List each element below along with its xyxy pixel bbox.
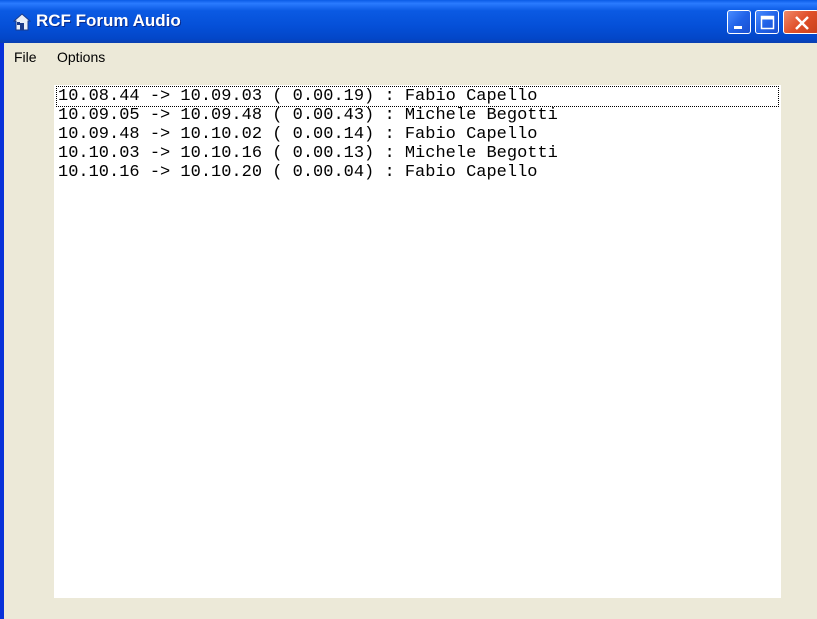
close-button[interactable]	[783, 10, 817, 34]
house-icon	[13, 13, 31, 31]
maximize-button[interactable]	[755, 10, 779, 34]
app-window: RCF Forum Audio File Options 10.08.44 ->…	[0, 0, 817, 619]
minimize-button[interactable]	[727, 10, 751, 34]
list-item[interactable]: 10.09.48 -> 10.10.02 ( 0.00.14) : Fabio …	[58, 125, 537, 144]
log-listbox[interactable]: 10.08.44 -> 10.09.03 ( 0.00.19) : Fabio …	[54, 85, 781, 598]
list-item[interactable]: 10.10.03 -> 10.10.16 ( 0.00.13) : Michel…	[58, 144, 558, 163]
close-icon	[795, 16, 809, 30]
maximize-icon	[760, 15, 775, 30]
menu-options[interactable]: Options	[57, 49, 105, 65]
menu-bar: File Options	[4, 43, 817, 71]
list-item[interactable]: 10.10.16 -> 10.10.20 ( 0.00.04) : Fabio …	[58, 163, 537, 182]
minimize-icon	[734, 26, 742, 29]
list-item[interactable]: 10.08.44 -> 10.09.03 ( 0.00.19) : Fabio …	[56, 86, 779, 107]
menu-file[interactable]: File	[14, 49, 37, 65]
title-bar[interactable]: RCF Forum Audio	[0, 0, 817, 43]
window-title: RCF Forum Audio	[36, 11, 181, 30]
list-item[interactable]: 10.09.05 -> 10.09.48 ( 0.00.43) : Michel…	[58, 106, 558, 125]
